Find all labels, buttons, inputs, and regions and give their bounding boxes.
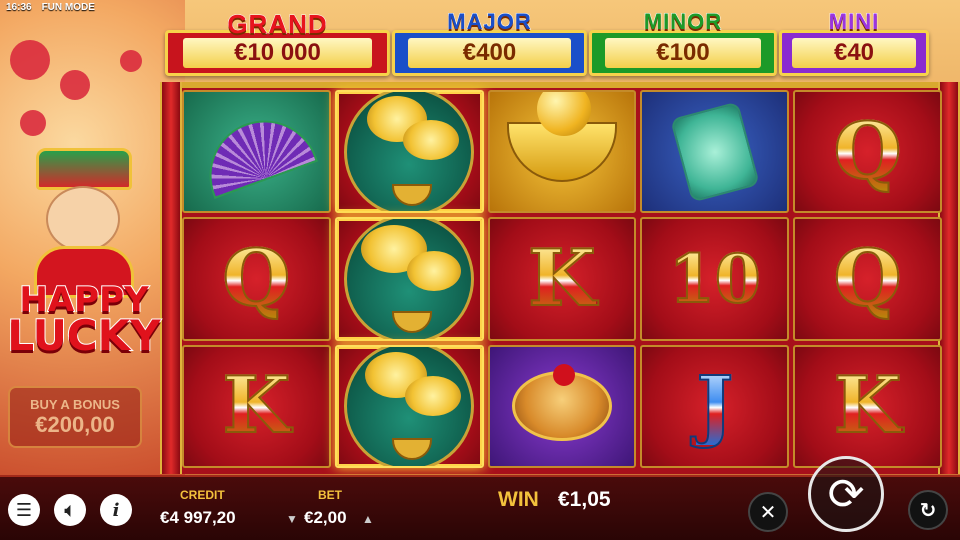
credit-value: €4 997,20 — [160, 508, 236, 527]
letter-symbol: 10 — [668, 239, 762, 318]
symbol-cell: Q — [182, 217, 331, 341]
jackpot-major: MAJOR €400 — [392, 9, 587, 76]
reel-3: K — [487, 90, 637, 468]
symbol-cell: Q — [793, 90, 942, 214]
coin-tree-symbol — [344, 346, 475, 466]
bet-increase-button[interactable]: ▲ — [362, 512, 374, 526]
logo-line-2: LUCKY — [6, 311, 161, 361]
symbol-cell-winning — [334, 344, 484, 468]
spin-arrows-icon: ⟳ — [827, 469, 865, 519]
symbol-cell: J — [640, 344, 790, 468]
letter-symbol: K — [527, 232, 597, 324]
info-icon: i — [112, 499, 120, 521]
status-bar: 16:36 FUN MODE — [0, 0, 260, 16]
jackpot-grand: GRAND €10 000 — [165, 9, 390, 76]
symbol-cell: Q — [793, 217, 942, 341]
reel-2 — [334, 90, 484, 468]
symbol-cell-winning — [334, 90, 484, 214]
autoplay-icon: ↻ — [919, 499, 937, 522]
turbo-off-icon: ✕ — [759, 501, 777, 524]
coin-cluster — [403, 119, 460, 160]
symbol-cell — [640, 90, 790, 214]
buy-bonus-price: €200,00 — [35, 411, 115, 437]
win-label: WIN — [498, 488, 539, 511]
mascot-character — [28, 148, 138, 298]
bet-label: BET — [318, 488, 342, 502]
jackpot-mini: MINI €40 — [779, 9, 929, 76]
coin-cluster — [407, 251, 462, 291]
coin-pot — [392, 311, 433, 333]
left-pillar — [160, 82, 182, 474]
buy-bonus-button[interactable]: BUY A BONUS €200,00 — [8, 386, 142, 448]
blossom-decoration — [20, 110, 46, 136]
reel-grid: Q K K 10 J Q Q K — [182, 90, 942, 468]
mode-label: FUN MODE — [41, 2, 95, 13]
jackpot-panel: GRAND €10 000 MAJOR €400 MINOR €100 MINI… — [130, 6, 960, 86]
game-logo: HAPPY LUCKY — [4, 282, 164, 361]
clock: 16:36 — [6, 2, 32, 13]
bet-value: €2,00 — [304, 508, 347, 527]
hamburger-icon: ☰ — [15, 499, 33, 520]
reel-5: Q Q K — [793, 90, 942, 468]
mascot-face — [46, 186, 120, 252]
credit-label: CREDIT — [180, 488, 225, 502]
jackpot-minor-title: MINOR — [643, 9, 723, 35]
jackpot-minor: MINOR €100 — [589, 9, 777, 76]
blossom-decoration — [10, 40, 50, 80]
jackpot-grand-value: €10 000 — [183, 38, 372, 68]
jackpot-mini-title: MINI — [828, 9, 880, 35]
letter-symbol: Q — [833, 232, 903, 324]
jade-pendant-symbol — [669, 101, 760, 203]
spin-button[interactable]: ⟳ — [808, 456, 884, 532]
symbol-cell — [487, 344, 637, 468]
jackpot-minor-value: €100 — [604, 38, 762, 68]
symbol-cell: K — [793, 344, 942, 468]
speaker-icon: 🔈︎ — [64, 499, 76, 520]
jackpot-mini-value: €40 — [792, 38, 916, 68]
letter-symbol: K — [833, 360, 903, 452]
coin-pot — [392, 183, 433, 206]
win-value: €1,05 — [558, 488, 611, 511]
drum-symbol — [511, 364, 612, 442]
symbol-cell: K — [182, 344, 331, 468]
bet-decrease-button[interactable]: ▼ — [286, 512, 298, 526]
coin-cluster — [405, 376, 462, 417]
jackpot-major-value: €400 — [408, 38, 571, 68]
coin-tree-symbol — [344, 219, 475, 339]
symbol-cell: K — [487, 217, 637, 341]
turbo-button[interactable]: ✕ — [748, 492, 788, 532]
coin-tree-symbol — [344, 92, 475, 212]
gold-ingot-symbol — [506, 92, 617, 182]
fan-symbol — [194, 104, 319, 199]
buy-bonus-label: BUY A BONUS — [30, 396, 120, 412]
letter-symbol: K — [222, 360, 292, 452]
reel-4: 10 J — [640, 90, 790, 468]
reel-1: Q K — [182, 90, 331, 468]
letter-symbol: Q — [221, 232, 291, 324]
sound-button[interactable]: 🔈︎ — [54, 494, 86, 526]
letter-symbol: Q — [833, 105, 903, 197]
mascot-hat — [36, 148, 132, 190]
info-button[interactable]: i — [100, 494, 132, 526]
menu-button[interactable]: ☰ — [8, 494, 40, 526]
symbol-cell — [487, 90, 637, 214]
autoplay-button[interactable]: ↻ — [908, 490, 948, 530]
jackpot-major-title: MAJOR — [447, 9, 532, 35]
symbol-cell — [182, 90, 331, 214]
blossom-decoration — [60, 70, 90, 100]
coin-pot — [392, 438, 433, 461]
letter-symbol: J — [695, 360, 734, 452]
symbol-cell-winning — [334, 217, 484, 341]
symbol-cell: 10 — [640, 217, 790, 341]
